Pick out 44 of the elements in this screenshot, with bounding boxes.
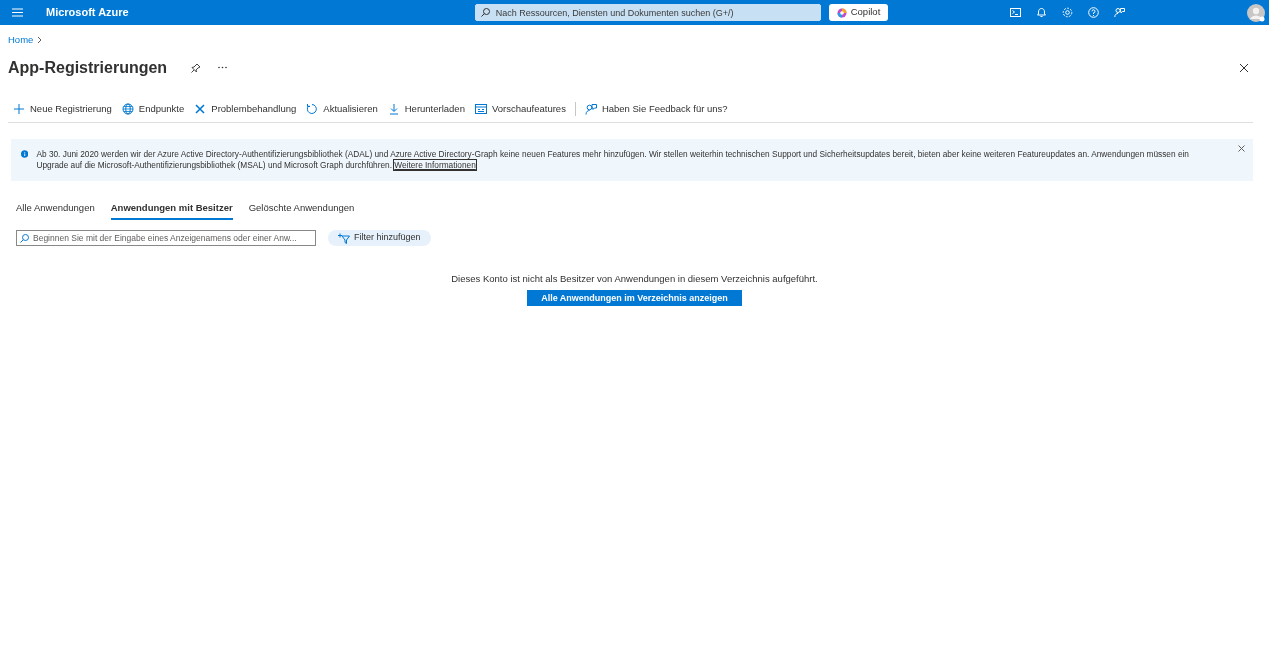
settings-icon: [1061, 7, 1073, 18]
add-filter-button[interactable]: Filter hinzufügen: [328, 230, 431, 247]
plus-icon: [13, 103, 25, 116]
download-icon: [387, 103, 400, 116]
more-info-link[interactable]: Weitere Informationen: [394, 160, 476, 171]
empty-message: Dieses Konto ist nicht als Besitzer von Anwendungen in diesem Verzeichnis aufgeführt.: [451, 272, 818, 287]
brand-name: Microsoft Azure: [46, 5, 129, 21]
terminal-icon: [1009, 7, 1021, 18]
toolbar-button[interactable]: Endpunkte: [116, 98, 190, 121]
toolbar-button[interactable]: Problembehandlung: [189, 98, 302, 121]
pin-icon: [191, 62, 202, 73]
tab[interactable]: Alle Anwendungen: [16, 198, 95, 221]
search-field[interactable]: Nach Ressourcen, Diensten und Dokumenten suchen (G+/): [474, 4, 821, 21]
feedback-icon: [584, 103, 597, 116]
bell-icon: [1035, 7, 1047, 18]
close-icon: [1239, 62, 1249, 73]
toolbar-button[interactable]: Vorschaufeatures: [469, 98, 571, 121]
chevron-icon: [37, 36, 43, 45]
menu-icon: [11, 8, 23, 17]
search-icon: [480, 8, 490, 17]
info-icon: [21, 149, 29, 160]
globe-icon: [121, 103, 134, 116]
preview-icon: [474, 103, 487, 116]
avatar-icon[interactable]: [1247, 3, 1265, 22]
toolbar-button[interactable]: Neue Registrierung: [8, 98, 117, 121]
feedback-icon: [1113, 7, 1125, 18]
copilot-button[interactable]: Copilot: [828, 4, 889, 21]
page-title: App-Registrierungen: [8, 58, 168, 78]
copilot-icon: [836, 7, 847, 18]
breadcrumb-link[interactable]: Home: [8, 33, 34, 48]
filter-icon: [338, 232, 350, 244]
banner-message: Ab 30. Juni 2020 werden wir der Azure Active Directory-Authentifizierungsbibliothek (ADAL) und Azure Active Directory-Graph keine neuen Features mehr hinzufügen. Wir stellen weiterhin technischen Support und Sicherheitsupdates bereit, bieten aber keine weiteren Featureupdates an. Anwendungen müssen ein Upgrade auf die Microsoft-Authentifizierungsbibliothek (MSAL) und Microsoft Graph durchführen. Weitere Informationen: [36, 149, 1190, 171]
help-icon: [1087, 7, 1099, 18]
close-icon: [1237, 144, 1245, 152]
toolbar-button[interactable]: Herunterladen: [382, 98, 470, 121]
tab[interactable]: Gelöschte Anwendungen: [248, 198, 355, 221]
show-all-button[interactable]: Alle Anwendungen im Verzeichnis anzeigen: [527, 290, 742, 307]
refresh-icon: [306, 103, 319, 116]
tab[interactable]: Anwendungen mit Besitzer: [110, 198, 233, 221]
search-icon: [20, 234, 29, 244]
toolbar-button[interactable]: Haben Sie Feedback für uns?: [579, 98, 733, 121]
toolbar-button[interactable]: Aktualisieren: [301, 98, 383, 121]
more-icon: [217, 66, 227, 70]
filter-field[interactable]: Beginnen Sie mit der Eingabe eines Anzeigenamens oder einer Anw...: [16, 230, 316, 247]
